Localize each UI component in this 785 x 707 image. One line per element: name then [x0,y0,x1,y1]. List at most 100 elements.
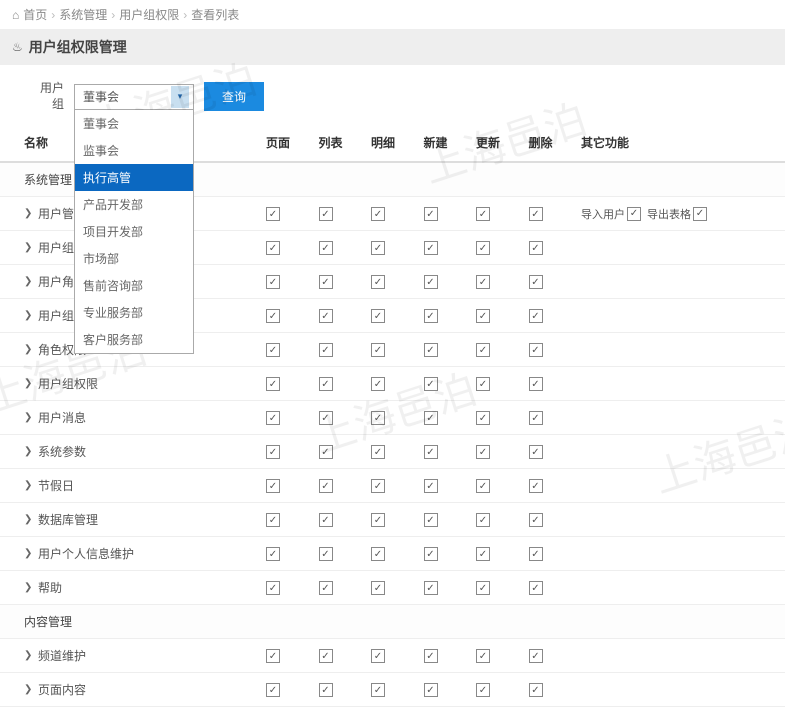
permission-checkbox[interactable] [424,411,438,425]
permission-checkbox[interactable] [266,649,280,663]
permission-checkbox[interactable] [371,377,385,391]
extra-perm-checkbox[interactable] [627,207,641,221]
breadcrumb-item[interactable]: 系统管理 [59,6,107,23]
permission-checkbox[interactable] [476,343,490,357]
permission-checkbox[interactable] [529,241,543,255]
permission-checkbox[interactable] [319,581,333,595]
dropdown-option[interactable]: 客户服务部 [75,326,193,353]
permission-checkbox[interactable] [319,479,333,493]
dropdown-option[interactable]: 董事会 [75,110,193,137]
permission-checkbox[interactable] [529,343,543,357]
permission-checkbox[interactable] [266,207,280,221]
permission-checkbox[interactable] [529,649,543,663]
permission-checkbox[interactable] [319,377,333,391]
permission-checkbox[interactable] [319,207,333,221]
row-name-cell[interactable]: ❯用户消息 [0,401,260,435]
permission-checkbox[interactable] [266,241,280,255]
permission-checkbox[interactable] [371,343,385,357]
permission-checkbox[interactable] [476,275,490,289]
permission-checkbox[interactable] [371,581,385,595]
permission-checkbox[interactable] [424,275,438,289]
permission-checkbox[interactable] [424,649,438,663]
permission-checkbox[interactable] [529,309,543,323]
permission-checkbox[interactable] [319,513,333,527]
permission-checkbox[interactable] [319,275,333,289]
permission-checkbox[interactable] [476,479,490,493]
permission-checkbox[interactable] [371,547,385,561]
permission-checkbox[interactable] [424,445,438,459]
permission-checkbox[interactable] [371,411,385,425]
permission-checkbox[interactable] [371,683,385,697]
permission-checkbox[interactable] [371,479,385,493]
permission-checkbox[interactable] [424,377,438,391]
permission-checkbox[interactable] [266,513,280,527]
permission-checkbox[interactable] [319,309,333,323]
row-name-cell[interactable]: ❯用户组权限 [0,367,260,401]
permission-checkbox[interactable] [476,377,490,391]
permission-checkbox[interactable] [529,207,543,221]
permission-checkbox[interactable] [529,411,543,425]
permission-checkbox[interactable] [424,241,438,255]
permission-checkbox[interactable] [371,275,385,289]
permission-checkbox[interactable] [266,411,280,425]
dropdown-option[interactable]: 执行高管 [75,164,193,191]
permission-checkbox[interactable] [476,513,490,527]
permission-checkbox[interactable] [371,445,385,459]
extra-perm-checkbox[interactable] [693,207,707,221]
row-name-cell[interactable]: ❯页面内容 [0,673,260,707]
row-name-cell[interactable]: ❯频道维护 [0,639,260,673]
permission-checkbox[interactable] [529,479,543,493]
permission-checkbox[interactable] [424,343,438,357]
permission-checkbox[interactable] [424,513,438,527]
permission-checkbox[interactable] [476,207,490,221]
row-name-cell[interactable]: ❯节假日 [0,469,260,503]
permission-checkbox[interactable] [371,513,385,527]
permission-checkbox[interactable] [476,241,490,255]
permission-checkbox[interactable] [476,309,490,323]
permission-checkbox[interactable] [319,241,333,255]
permission-checkbox[interactable] [266,683,280,697]
permission-checkbox[interactable] [266,343,280,357]
dropdown-option[interactable]: 产品开发部 [75,191,193,218]
permission-checkbox[interactable] [319,649,333,663]
permission-checkbox[interactable] [266,547,280,561]
permission-checkbox[interactable] [476,683,490,697]
dropdown-option[interactable]: 监事会 [75,137,193,164]
permission-checkbox[interactable] [319,343,333,357]
permission-checkbox[interactable] [424,309,438,323]
permission-checkbox[interactable] [529,377,543,391]
permission-checkbox[interactable] [371,649,385,663]
permission-checkbox[interactable] [529,275,543,289]
permission-checkbox[interactable] [424,479,438,493]
breadcrumb-item[interactable]: 用户组权限 [119,6,179,23]
permission-checkbox[interactable] [476,581,490,595]
permission-checkbox[interactable] [266,377,280,391]
permission-checkbox[interactable] [529,445,543,459]
permission-checkbox[interactable] [476,649,490,663]
row-name-cell[interactable]: ❯系统参数 [0,435,260,469]
permission-checkbox[interactable] [529,547,543,561]
permission-checkbox[interactable] [424,547,438,561]
permission-checkbox[interactable] [476,445,490,459]
permission-checkbox[interactable] [529,581,543,595]
permission-checkbox[interactable] [424,683,438,697]
breadcrumb-home[interactable]: 首页 [23,6,47,23]
permission-checkbox[interactable] [371,309,385,323]
dropdown-option[interactable]: 专业服务部 [75,299,193,326]
dropdown-option[interactable]: 售前咨询部 [75,272,193,299]
permission-checkbox[interactable] [424,207,438,221]
permission-checkbox[interactable] [476,547,490,561]
permission-checkbox[interactable] [319,445,333,459]
user-group-select[interactable]: 董事会 ▾ [74,84,194,110]
permission-checkbox[interactable] [529,683,543,697]
query-button[interactable]: 查询 [204,82,264,111]
permission-checkbox[interactable] [371,241,385,255]
permission-checkbox[interactable] [266,479,280,493]
permission-checkbox[interactable] [319,683,333,697]
permission-checkbox[interactable] [319,547,333,561]
permission-checkbox[interactable] [319,411,333,425]
dropdown-option[interactable]: 项目开发部 [75,218,193,245]
row-name-cell[interactable]: ❯用户个人信息维护 [0,537,260,571]
permission-checkbox[interactable] [424,581,438,595]
permission-checkbox[interactable] [266,445,280,459]
